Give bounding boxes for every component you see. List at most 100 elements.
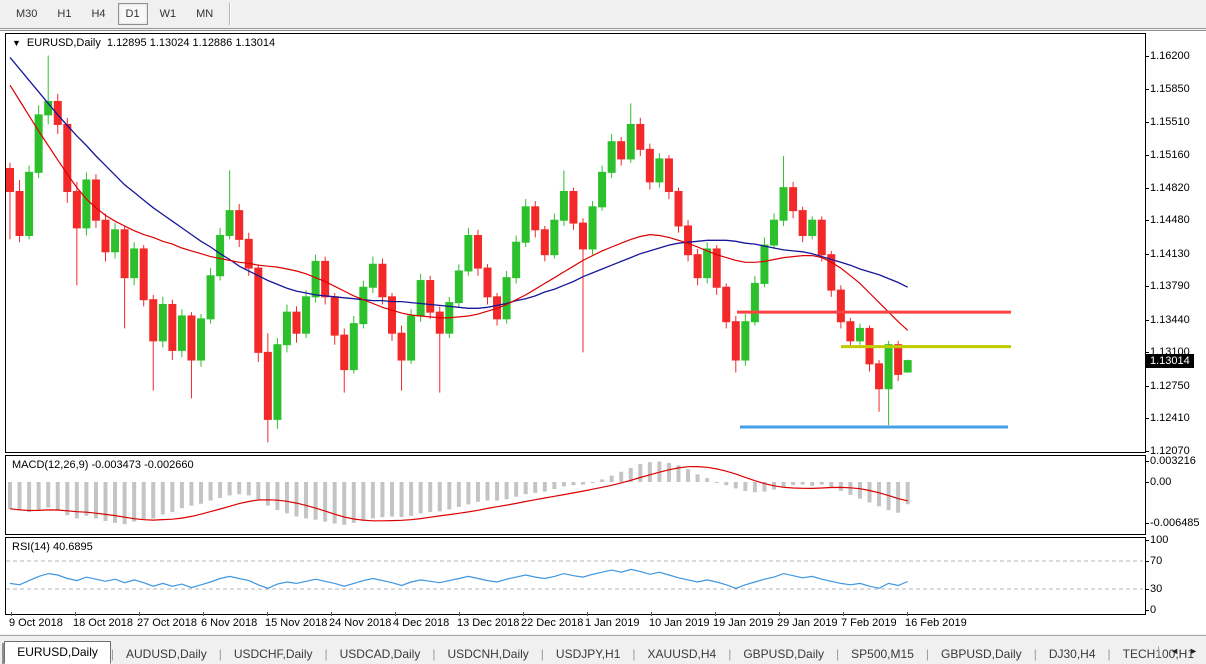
price-tick-label: 1.14820 xyxy=(1150,182,1190,194)
tab-scroll-arrows: | ◄ ► xyxy=(1157,644,1198,658)
macd-bar xyxy=(275,482,279,510)
candle-body xyxy=(16,191,23,235)
price-chart-panel[interactable]: ▼ EURUSD,Daily 1.12895 1.13024 1.12886 1… xyxy=(5,33,1146,453)
candle-body xyxy=(436,312,443,333)
macd-bar xyxy=(705,478,709,482)
timeframe-button-m30[interactable]: M30 xyxy=(8,3,45,25)
macd-bar xyxy=(543,482,547,492)
macd-bar xyxy=(571,482,575,485)
chart-tab-audusd-daily[interactable]: AUDUSD,Daily xyxy=(114,644,219,664)
price-tick-label: 1.13790 xyxy=(1150,280,1190,292)
candle-body xyxy=(465,236,472,271)
candle-body xyxy=(618,142,625,159)
date-tick-mark xyxy=(779,612,780,616)
price-tick-label: 1.15160 xyxy=(1150,149,1190,161)
chart-tab-gbpusd-daily[interactable]: GBPUSD,Daily xyxy=(731,644,836,664)
rsi-tick-label: 70 xyxy=(1150,555,1162,567)
tab-scroll-right-icon[interactable]: ► xyxy=(1189,646,1198,656)
macd-bar xyxy=(84,482,88,516)
macd-bar xyxy=(686,469,690,482)
timeframe-button-w1[interactable]: W1 xyxy=(152,3,185,25)
date-label: 1 Jan 2019 xyxy=(585,617,639,629)
macd-bar xyxy=(801,482,805,485)
macd-bar xyxy=(734,482,738,488)
symbol-dropdown-icon[interactable]: ▼ xyxy=(12,38,21,48)
rsi-tick-label: 0 xyxy=(1150,604,1156,616)
candle-body xyxy=(665,159,672,192)
macd-bar xyxy=(791,482,795,485)
toolbar-separator xyxy=(229,3,231,25)
macd-bar xyxy=(180,482,184,508)
tab-scroll-left-icon[interactable]: ◄ xyxy=(1170,646,1179,656)
macd-bar xyxy=(476,482,480,502)
timeframe-button-mn[interactable]: MN xyxy=(188,3,221,25)
date-tick-mark xyxy=(459,612,460,616)
macd-bar xyxy=(56,482,60,511)
candle-body xyxy=(150,300,157,341)
candle-body xyxy=(73,191,80,227)
chart-tab-usdchf-daily[interactable]: USDCHF,Daily xyxy=(222,644,325,664)
timeframe-button-h1[interactable]: H1 xyxy=(49,3,79,25)
chart-tab-usdcnh-daily[interactable]: USDCNH,Daily xyxy=(435,644,540,664)
candle-body xyxy=(685,226,692,255)
candle-body xyxy=(427,281,434,313)
candle-body xyxy=(856,328,863,340)
macd-bar xyxy=(256,482,260,499)
candle-body xyxy=(675,191,682,225)
macd-bar xyxy=(142,482,146,520)
chart-tab-dj30-h4[interactable]: DJ30,H4 xyxy=(1037,644,1108,664)
macd-bar xyxy=(820,482,824,485)
macd-bar xyxy=(829,482,833,487)
date-tick-mark xyxy=(523,612,524,616)
candle-body xyxy=(847,322,854,341)
chart-tab-usdcad-daily[interactable]: USDCAD,Daily xyxy=(328,644,433,664)
macd-indicator-panel[interactable]: MACD(12,26,9) -0.003473 -0.002660 xyxy=(5,455,1146,535)
macd-bar xyxy=(37,482,41,510)
macd-bar xyxy=(696,474,700,482)
macd-bar xyxy=(753,482,757,492)
date-tick-mark xyxy=(75,612,76,616)
date-label: 19 Jan 2019 xyxy=(713,617,774,629)
macd-bar xyxy=(400,482,404,517)
timeframe-button-h4[interactable]: H4 xyxy=(83,3,113,25)
date-tick-mark xyxy=(331,612,332,616)
date-tick-mark xyxy=(267,612,268,616)
candle-body xyxy=(694,255,701,278)
candle-body xyxy=(780,188,787,221)
candle-body xyxy=(121,230,128,278)
date-axis[interactable]: 9 Oct 201818 Oct 201827 Oct 20186 Nov 20… xyxy=(6,613,1146,633)
price-axis[interactable]: 1.13014 1.162001.158501.155101.151601.14… xyxy=(1146,0,1206,633)
candle-body xyxy=(885,345,892,389)
macd-bar xyxy=(505,482,509,499)
candle-body xyxy=(799,211,806,236)
rsi-label: RSI(14) 40.6895 xyxy=(12,541,93,553)
candle-body xyxy=(331,297,338,335)
candle-body xyxy=(771,220,778,245)
chart-tab-sp500-m15[interactable]: SP500,M15 xyxy=(839,644,926,664)
rsi-canvas[interactable] xyxy=(6,538,1143,612)
chart-tab-gbpusd-daily[interactable]: GBPUSD,Daily xyxy=(929,644,1034,664)
chart-tab-eurusd-daily[interactable]: EURUSD,Daily xyxy=(4,641,111,664)
macd-label: MACD(12,26,9) -0.003473 -0.002660 xyxy=(12,459,194,471)
candle-body xyxy=(551,220,558,254)
candle-body xyxy=(398,333,405,360)
price-chart-canvas[interactable] xyxy=(6,34,1143,450)
candle-body xyxy=(303,297,310,333)
macd-bar xyxy=(209,482,213,501)
candle-body xyxy=(26,172,33,235)
rsi-indicator-panel[interactable]: RSI(14) 40.6895 xyxy=(5,537,1146,615)
price-tick-label: 1.12750 xyxy=(1150,380,1190,392)
timeframe-button-d1[interactable]: D1 xyxy=(118,3,148,25)
candle-body xyxy=(627,124,634,158)
candle-body xyxy=(341,335,348,369)
macd-bar xyxy=(161,482,165,515)
current-price-badge: 1.13014 xyxy=(1146,354,1194,368)
chart-tab-xauusd-h4[interactable]: XAUUSD,H4 xyxy=(636,644,729,664)
macd-bar xyxy=(323,482,327,522)
candle-body xyxy=(608,142,615,173)
candle-body xyxy=(790,188,797,211)
price-tick-label: 1.16200 xyxy=(1150,50,1190,62)
date-tick-mark xyxy=(715,612,716,616)
macd-bar xyxy=(371,482,375,518)
chart-tab-usdjpy-h1[interactable]: USDJPY,H1 xyxy=(544,644,632,664)
